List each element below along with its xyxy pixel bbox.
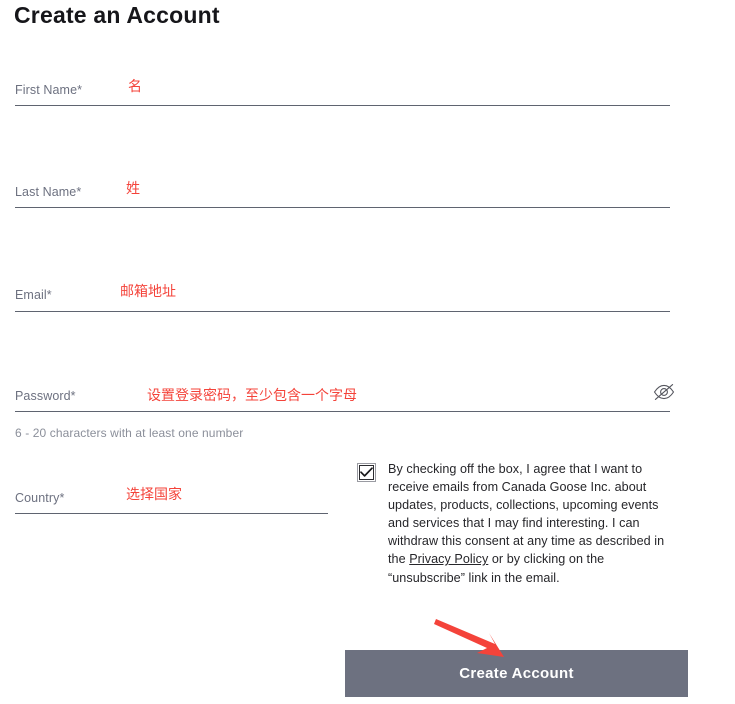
- consent-text-before-link: By checking off the box, I agree that I …: [388, 462, 665, 567]
- field-input-email[interactable]: [15, 311, 670, 312]
- privacy-policy-link[interactable]: Privacy Policy: [409, 552, 488, 566]
- field-label-first-name: First Name*: [15, 83, 83, 97]
- eye-slash-icon[interactable]: [652, 382, 676, 402]
- field-label-email: Email*: [15, 288, 52, 302]
- annotation-email: 邮箱地址: [120, 284, 176, 300]
- field-input-country[interactable]: [15, 513, 328, 514]
- create-account-button[interactable]: Create Account: [345, 650, 688, 697]
- annotation-last-name: 姓: [126, 181, 140, 197]
- page-title: Create an Account: [14, 2, 220, 28]
- consent-text: By checking off the box, I agree that I …: [388, 460, 668, 587]
- checkmark-icon: [360, 467, 373, 477]
- field-input-last-name[interactable]: [15, 207, 670, 208]
- password-helper-text: 6 - 20 characters with at least one numb…: [15, 426, 244, 440]
- annotation-first-name: 名: [128, 79, 142, 95]
- marketing-consent-checkbox[interactable]: [357, 463, 376, 482]
- field-label-country: Country*: [15, 491, 65, 505]
- field-input-password[interactable]: [15, 411, 670, 412]
- checkbox-inner: [359, 465, 374, 480]
- annotation-country: 选择国家: [126, 487, 182, 503]
- field-label-password: Password*: [15, 389, 76, 403]
- field-label-last-name: Last Name*: [15, 185, 82, 199]
- annotation-password: 设置登录密码，至少包含一个字母: [147, 388, 357, 404]
- field-input-first-name[interactable]: [15, 105, 670, 106]
